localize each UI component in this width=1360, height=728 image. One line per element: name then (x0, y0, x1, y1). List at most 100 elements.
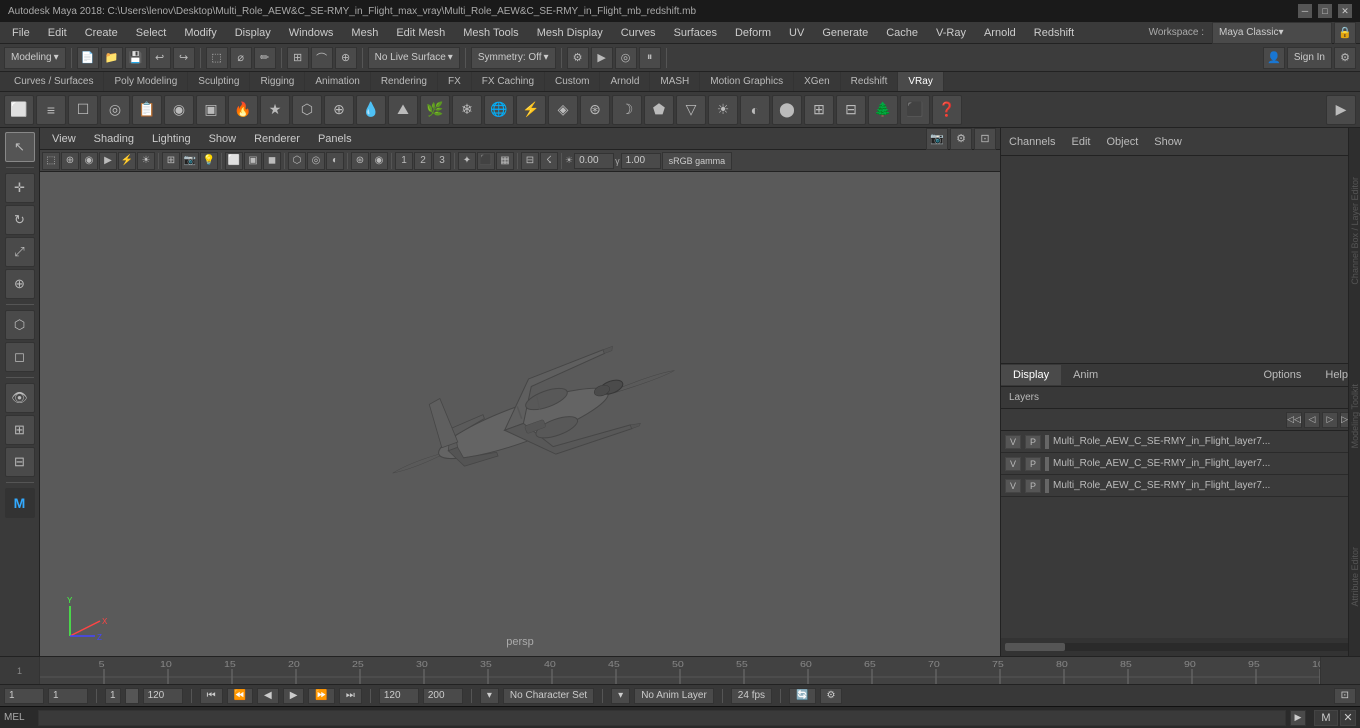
pause-icon[interactable]: ⏸ (639, 47, 661, 69)
sign-in-icon[interactable]: 👤 (1263, 47, 1285, 69)
start-frame-field[interactable]: 1 (4, 688, 44, 704)
vp-dyn-icon[interactable]: ⚡ (118, 152, 136, 170)
minimize-button[interactable]: ─ (1298, 4, 1312, 18)
menu-deform[interactable]: Deform (727, 25, 779, 41)
snap-grid-icon[interactable]: ⊞ (287, 47, 309, 69)
vp-shading-2[interactable]: ▣ (244, 152, 262, 170)
workspace-dropdown[interactable]: Maya Classic▾ (1212, 22, 1332, 44)
anim-tab[interactable]: Anim (1061, 365, 1110, 385)
shelf-tab-animation[interactable]: Animation (305, 72, 370, 91)
open-file-icon[interactable]: 📁 (101, 47, 123, 69)
fps-display[interactable]: 24 fps (731, 688, 772, 704)
layers-scrollbar[interactable] (1005, 643, 1356, 651)
layers-arrow-left-2[interactable]: ◁ (1304, 412, 1320, 428)
menu-redshift[interactable]: Redshift (1026, 25, 1082, 41)
display-tab[interactable]: Display (1001, 365, 1061, 385)
live-surface-btn[interactable]: No Live Surface▾ (368, 47, 460, 69)
menu-modify[interactable]: Modify (176, 25, 224, 41)
render-icon[interactable]: ▶ (591, 47, 613, 69)
viewport-menu-view[interactable]: View (44, 131, 84, 147)
vp-res-med[interactable]: 2 (414, 152, 432, 170)
vp-shading-1[interactable]: ⬜ (225, 152, 243, 170)
shelf-icon-10[interactable]: ⬡ (292, 95, 322, 125)
shelf-icon-25[interactable]: ⬤ (772, 95, 802, 125)
layers-arrow-right-1[interactable]: ▷ (1322, 412, 1338, 428)
shelf-icon-24[interactable]: ◐ (740, 95, 770, 125)
undo-icon[interactable]: ↩ (149, 47, 171, 69)
viewport-canvas[interactable]: X Y Z persp (40, 172, 1000, 656)
menu-vray[interactable]: V-Ray (928, 25, 974, 41)
snap-btn[interactable]: ⊞ (5, 415, 35, 445)
channels-label[interactable]: Channels (1009, 136, 1055, 148)
universal-tool-btn[interactable]: ⊕ (5, 269, 35, 299)
playback-range-box[interactable]: 1 (105, 688, 121, 704)
anim-end-field[interactable]: 120 (379, 688, 419, 704)
shelf-tab-arnold[interactable]: Arnold (600, 72, 650, 91)
snap-point-icon[interactable]: ⊕ (335, 47, 357, 69)
shelf-icon-4[interactable]: ◎ (100, 95, 130, 125)
shelf-icon-18[interactable]: ◈ (548, 95, 578, 125)
scale-tool-btn[interactable]: ⤢ (5, 237, 35, 267)
vp-select-icon[interactable]: ⬚ (42, 152, 60, 170)
workspace-lock-icon[interactable]: 🔒 (1334, 22, 1356, 44)
save-file-icon[interactable]: 💾 (125, 47, 147, 69)
vp-shade-icon[interactable]: ◐ (326, 152, 344, 170)
menu-display[interactable]: Display (227, 25, 279, 41)
symmetry-btn[interactable]: Symmetry: Off▾ (471, 47, 556, 69)
vp-smooth-icon[interactable]: ◎ (307, 152, 325, 170)
edit-label[interactable]: Edit (1071, 136, 1090, 148)
select-icon[interactable]: ⬚ (206, 47, 228, 69)
layer-p-3[interactable]: P (1025, 479, 1041, 493)
vp-uv-icon[interactable]: ⊛ (351, 152, 369, 170)
shelf-tab-rigging[interactable]: Rigging (250, 72, 305, 91)
shelf-icon-15[interactable]: ❄ (452, 95, 482, 125)
current-frame-field[interactable]: 1 (48, 688, 88, 704)
vp-comp-icon[interactable]: ◉ (80, 152, 98, 170)
vp-wire-icon[interactable]: ⬡ (288, 152, 306, 170)
menu-curves[interactable]: Curves (613, 25, 664, 41)
shelf-icon-5[interactable]: 📋 (132, 95, 162, 125)
shelf-icon-2[interactable]: ≡ (36, 95, 66, 125)
lasso-icon[interactable]: ⌀ (230, 47, 252, 69)
shelf-icon-7[interactable]: ▣ (196, 95, 226, 125)
shelf-icon-16[interactable]: 🌐 (484, 95, 514, 125)
shelf-icon-23[interactable]: ☀ (708, 95, 738, 125)
shelf-icon-19[interactable]: ⊛ (580, 95, 610, 125)
shelf-scroll-right[interactable]: ▶ (1326, 95, 1356, 125)
shelf-icon-13[interactable]: ⛰ (388, 95, 418, 125)
soft-select-btn[interactable]: ⬡ (5, 310, 35, 340)
char-set-arrow[interactable]: ▾ (480, 688, 499, 704)
viewport-maximize-icon[interactable]: ⊡ (974, 128, 996, 150)
viewport-menu-shading[interactable]: Shading (86, 131, 142, 147)
shelf-icon-11[interactable]: ⊕ (324, 95, 354, 125)
shelf-icon-1[interactable]: ⬜ (4, 95, 34, 125)
layers-scrollbar-thumb[interactable] (1005, 643, 1065, 651)
menu-create[interactable]: Create (77, 25, 126, 41)
close-button[interactable]: ✕ (1338, 4, 1352, 18)
shelf-icon-12[interactable]: 💧 (356, 95, 386, 125)
expand-btn[interactable]: ⊡ (1334, 688, 1356, 704)
menu-edit-mesh[interactable]: Edit Mesh (388, 25, 453, 41)
viewport-menu-panels[interactable]: Panels (310, 131, 360, 147)
vp-isolate-icon[interactable]: ◉ (370, 152, 388, 170)
vp-mani-icon[interactable]: ☇ (540, 152, 558, 170)
shelf-tab-custom[interactable]: Custom (545, 72, 600, 91)
shelf-tab-fx[interactable]: FX (438, 72, 472, 91)
total-frames-field[interactable]: 200 (423, 688, 463, 704)
play-back-btn[interactable]: ◀ (257, 688, 279, 704)
new-file-icon[interactable]: 📄 (77, 47, 99, 69)
skip-end-btn[interactable]: ⏭ (339, 688, 362, 704)
viewport-settings-icon[interactable]: ⚙ (950, 128, 972, 150)
snap-curve-icon[interactable]: ⌒ (311, 47, 333, 69)
shelf-icon-14[interactable]: 🌿 (420, 95, 450, 125)
mode-dropdown[interactable]: Modeling▾ (4, 47, 66, 69)
layer-v-3[interactable]: V (1005, 479, 1021, 493)
menu-windows[interactable]: Windows (281, 25, 342, 41)
vp-res-low[interactable]: 1 (395, 152, 413, 170)
sign-in-btn[interactable]: Sign In (1287, 47, 1332, 69)
menu-mesh-tools[interactable]: Mesh Tools (455, 25, 526, 41)
minimap-icon[interactable]: M (1314, 710, 1338, 726)
menu-mesh[interactable]: Mesh (343, 25, 386, 41)
shelf-icon-30[interactable]: ❓ (932, 95, 962, 125)
exposure-value[interactable]: 0.00 (574, 153, 614, 169)
